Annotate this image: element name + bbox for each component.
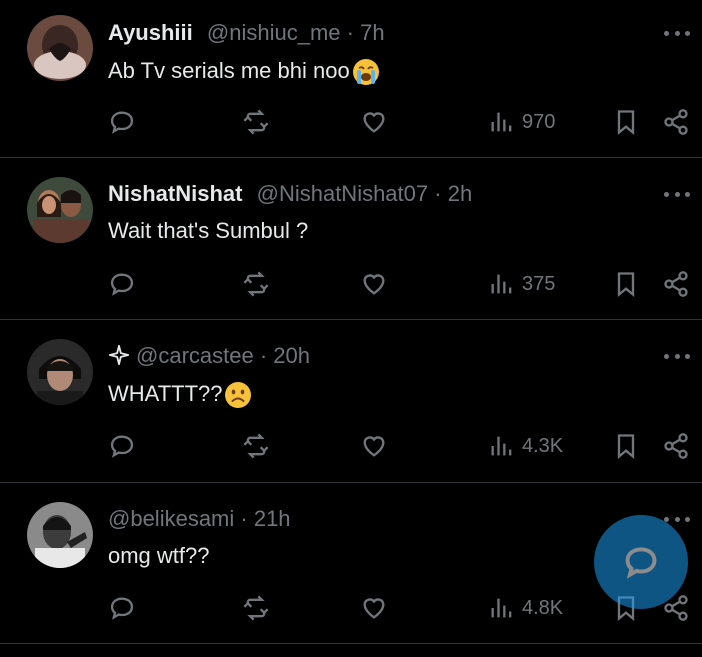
tweet-text-row: Ab Tv serials me bhi noo	[108, 56, 381, 87]
like-button[interactable]	[360, 266, 388, 302]
reply-button[interactable]	[108, 590, 136, 626]
retweet-button[interactable]	[242, 590, 270, 626]
views-button[interactable]: 4.3K	[488, 428, 563, 464]
more-icon[interactable]	[664, 351, 690, 361]
tweet-text: Wait that's Sumbul ?	[108, 218, 309, 243]
tweet-text: WHATTT??	[108, 381, 223, 406]
bookmark-icon	[617, 110, 635, 135]
reply-button[interactable]	[108, 428, 136, 464]
reply-icon	[110, 273, 134, 296]
more-icon[interactable]	[664, 189, 690, 199]
views-count: 375	[522, 272, 556, 295]
views-icon	[491, 598, 512, 618]
bookmark-button[interactable]	[612, 428, 640, 464]
more-icon[interactable]	[664, 28, 690, 38]
views-icon	[491, 436, 512, 456]
like-button[interactable]	[360, 104, 388, 140]
tweet-header: @carcastee · 20h	[108, 341, 310, 371]
timestamp[interactable]: 21h	[254, 506, 291, 531]
retweet-button[interactable]	[242, 104, 270, 140]
share-button[interactable]	[662, 104, 690, 140]
retweet-button[interactable]	[242, 428, 270, 464]
views-count: 4.3K	[522, 434, 564, 457]
tweet-text-row: WHATTT??	[108, 379, 253, 410]
user-handle[interactable]: @nishiuc_me	[207, 20, 341, 45]
reply-icon	[110, 435, 134, 458]
tweet-header: Ayushiii @nishiuc_me · 7h	[108, 18, 385, 48]
frowning-face-icon	[225, 382, 252, 409]
retweet-icon	[243, 595, 269, 621]
reply-button[interactable]	[108, 266, 136, 302]
share-icon	[664, 109, 688, 135]
like-button[interactable]	[360, 590, 388, 626]
separator: ·	[253, 343, 274, 368]
tweet-actions: 4.8K	[0, 590, 702, 626]
tweet-text: omg wtf??	[108, 543, 210, 568]
user-handle[interactable]: @carcastee	[136, 343, 254, 368]
display-name[interactable]: NishatNishat	[108, 181, 242, 206]
separator: ·	[234, 506, 254, 531]
share-button[interactable]	[662, 266, 690, 302]
reply-icon	[110, 111, 134, 134]
like-icon	[363, 274, 385, 295]
share-icon	[664, 271, 688, 297]
display-name[interactable]: Ayushiii	[108, 20, 193, 45]
avatar[interactable]	[27, 177, 93, 243]
timestamp[interactable]: 7h	[360, 20, 384, 45]
compose-reply-icon	[625, 547, 657, 579]
compose-reply-button[interactable]	[594, 515, 688, 609]
reply-icon	[110, 597, 134, 620]
timestamp[interactable]: 20h	[273, 343, 310, 368]
avatar[interactable]	[27, 339, 93, 405]
views-button[interactable]: 375	[488, 266, 555, 302]
bookmark-icon	[617, 434, 635, 459]
like-icon	[363, 436, 385, 457]
divider	[0, 643, 702, 644]
tweet-text-row: omg wtf??	[108, 541, 210, 571]
views-icon	[491, 274, 512, 294]
bookmark-button[interactable]	[612, 104, 640, 140]
retweet-button[interactable]	[242, 266, 270, 302]
tweet-actions: 4.3K	[0, 428, 702, 464]
like-icon	[363, 598, 385, 619]
tweet-actions: 970	[0, 104, 702, 140]
sparkle-icon	[108, 344, 130, 366]
bookmark-icon	[617, 272, 635, 297]
avatar[interactable]	[27, 502, 93, 568]
views-icon	[491, 112, 512, 132]
tweet-2[interactable]: NishatNishat @NishatNishat07 · 2h Wait t…	[0, 158, 702, 319]
views-button[interactable]: 4.8K	[488, 590, 563, 626]
retweet-icon	[243, 271, 269, 297]
reply-button[interactable]	[108, 104, 136, 140]
timestamp[interactable]: 2h	[448, 181, 472, 206]
tweet-actions: 375	[0, 266, 702, 302]
avatar[interactable]	[27, 15, 93, 81]
tweet-text-row: Wait that's Sumbul ?	[108, 216, 308, 246]
user-handle[interactable]: @belikesami	[108, 506, 234, 531]
share-button[interactable]	[662, 428, 690, 464]
like-button[interactable]	[360, 428, 388, 464]
like-icon	[363, 112, 385, 133]
loudly-crying-face-icon	[352, 59, 379, 86]
tweet-header: @belikesami · 21h	[108, 504, 291, 534]
views-count: 970	[522, 110, 556, 133]
views-count: 4.8K	[522, 596, 564, 619]
separator: ·	[428, 181, 448, 206]
tweet-1[interactable]: Ayushiii @nishiuc_me · 7h Ab Tv serials …	[0, 0, 702, 157]
retweet-icon	[243, 433, 269, 459]
user-handle[interactable]: @NishatNishat07	[257, 181, 429, 206]
tweet-header: NishatNishat @NishatNishat07 · 2h	[108, 179, 472, 209]
separator: ·	[340, 20, 361, 45]
retweet-icon	[243, 109, 269, 135]
tweet-text: Ab Tv serials me bhi noo	[108, 58, 350, 83]
share-icon	[664, 433, 688, 459]
tweet-3[interactable]: @carcastee · 20h WHATTT?? 4.3K	[0, 320, 702, 482]
bookmark-button[interactable]	[612, 266, 640, 302]
views-button[interactable]: 970	[488, 104, 555, 140]
